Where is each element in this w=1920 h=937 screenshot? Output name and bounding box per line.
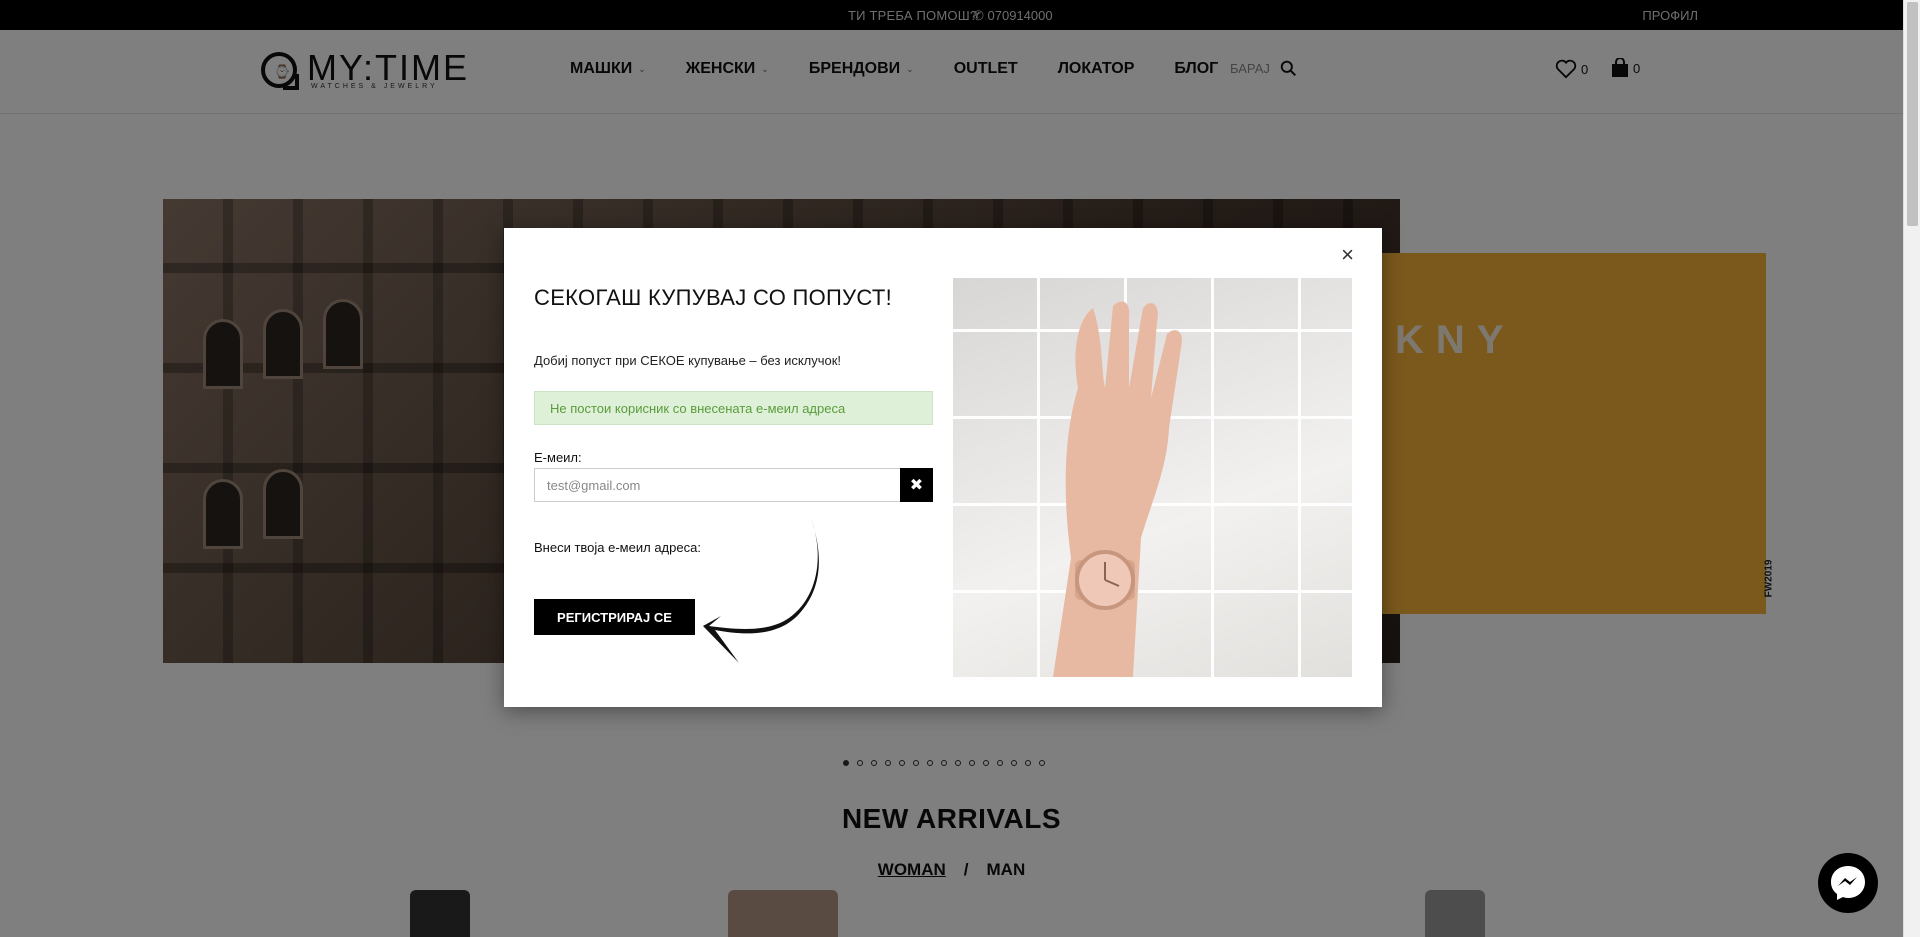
email-field[interactable] bbox=[534, 468, 901, 502]
hand-watch-illustration bbox=[1053, 301, 1182, 677]
messenger-chat-button[interactable] bbox=[1818, 853, 1878, 913]
arrow-icon bbox=[703, 518, 819, 663]
scrollbar-thumb[interactable] bbox=[1907, 2, 1918, 226]
register-button[interactable]: РЕГИСТРИРАЈ СЕ bbox=[534, 599, 695, 635]
newsletter-modal: × СЕКОГАШ КУПУВАЈ СО ПОПУСТ! Добиј попус… bbox=[504, 228, 1382, 707]
messenger-icon bbox=[1831, 866, 1865, 900]
modal-title: СЕКОГАШ КУПУВАЈ СО ПОПУСТ! bbox=[534, 285, 893, 310]
email-label: Е-меил: bbox=[534, 450, 582, 465]
modal-subtitle: Добиј попуст при СЕКОЕ купување – без ис… bbox=[534, 353, 842, 368]
wrist-watch-photo bbox=[953, 278, 1352, 677]
close-icon[interactable]: × bbox=[1341, 242, 1354, 268]
alert-message: Не постои корисник со внесената е-меил а… bbox=[534, 391, 933, 425]
page-scrollbar[interactable] bbox=[1903, 0, 1920, 937]
email-prompt: Внеси твоја е-меил адреса: bbox=[534, 540, 701, 555]
clear-email-button[interactable]: ✖ bbox=[900, 468, 933, 502]
